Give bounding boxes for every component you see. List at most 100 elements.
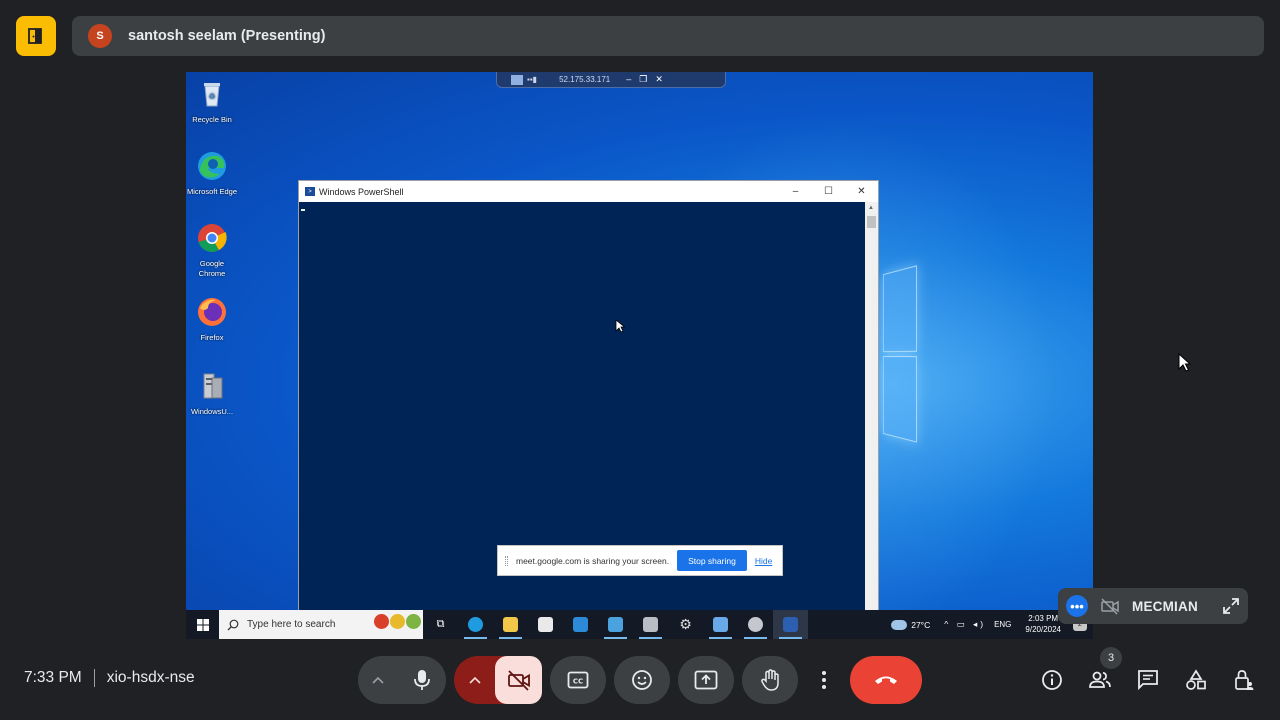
restore-icon[interactable]: ❐ (639, 74, 647, 85)
desktop-icon-firefox[interactable]: Firefox (186, 296, 238, 343)
present-button[interactable] (678, 656, 734, 704)
minimize-icon[interactable]: – (779, 186, 812, 197)
more-vert-icon (822, 671, 826, 689)
powershell-icon (783, 617, 798, 632)
audio-settings-button[interactable] (358, 676, 398, 684)
taskbar-search-box[interactable]: Type here to search (219, 610, 423, 639)
more-options-icon[interactable]: ••• (1066, 595, 1088, 617)
desktop-icon-windowsu[interactable]: WindowsU... (186, 370, 238, 417)
svg-text:♻: ♻ (208, 92, 215, 101)
info-icon (1042, 670, 1062, 690)
close-icon[interactable]: ✕ (655, 74, 663, 85)
shapes-icon (1186, 669, 1206, 690)
camera-button[interactable] (495, 656, 542, 704)
folder-icon (503, 617, 518, 632)
video-settings-button[interactable] (454, 676, 495, 684)
desktop-icon-label: Microsoft Edge (186, 187, 238, 197)
meeting-home-button[interactable] (16, 16, 56, 56)
search-highlight-fruit-icon (374, 614, 421, 629)
microphone-icon (414, 670, 430, 690)
self-view-tile[interactable]: ••• MECMIAN (1058, 588, 1248, 624)
meeting-details-button[interactable] (1038, 666, 1066, 694)
connection-ip: 52.175.33.171 (559, 75, 611, 84)
desktop-icon-recycle-bin[interactable]: ♻ Recycle Bin (186, 78, 238, 125)
people-icon (1089, 671, 1111, 688)
start-button[interactable] (186, 610, 219, 639)
camera-group (454, 656, 542, 704)
rdp-connection-bar[interactable]: ▪▪▮ 52.175.33.171 ‒ ❐ ✕ (496, 72, 726, 88)
microphone-group (358, 656, 446, 704)
taskbar-clock[interactable]: 2:03 PM 9/20/2024 (1025, 614, 1061, 636)
presenter-name: santosh seelam (Presenting) (128, 28, 326, 44)
close-icon[interactable]: ✕ (845, 186, 878, 197)
powershell-title-bar[interactable]: > Windows PowerShell – ☐ ✕ (299, 181, 878, 202)
captions-button[interactable]: CC (550, 656, 606, 704)
powershell-scrollbar[interactable]: ▲ (865, 202, 878, 611)
taskbar-app-1[interactable] (598, 610, 633, 639)
svg-text:CC: CC (573, 678, 583, 686)
presenter-avatar: S (88, 24, 112, 48)
mouse-pointer-icon (1178, 353, 1191, 372)
people-button[interactable] (1086, 666, 1114, 694)
mail-icon (573, 617, 588, 632)
taskbar-settings[interactable]: ⚙ (668, 610, 703, 639)
tray-icons[interactable]: ^ ▭ ◂) (944, 619, 986, 630)
meeting-code: xio-hsdx-nse (106, 669, 195, 686)
taskbar-file-explorer[interactable] (493, 610, 528, 639)
hide-link[interactable]: Hide (755, 556, 772, 566)
windows-logo-wallpaper (882, 265, 917, 445)
emoji-icon (632, 670, 652, 690)
search-icon (227, 619, 239, 630)
meeting-time: 7:33 PM (24, 669, 82, 686)
task-view-button[interactable]: ⧉ (423, 610, 458, 639)
expand-icon[interactable] (1222, 597, 1240, 615)
taskbar-powershell[interactable] (773, 610, 808, 639)
taskbar-store[interactable] (528, 610, 563, 639)
cloud-icon (891, 619, 908, 630)
more-options-button[interactable] (806, 656, 842, 704)
activities-button[interactable] (1182, 666, 1210, 694)
taskbar-app-2[interactable] (633, 610, 668, 639)
scrollbar-thumb[interactable] (867, 216, 876, 228)
minimize-icon[interactable]: ‒ (626, 74, 631, 85)
powershell-title: Windows PowerShell (319, 186, 404, 197)
leave-call-button[interactable] (850, 656, 922, 704)
server-icon (203, 373, 223, 399)
desktop-icon-edge[interactable]: Microsoft Edge (186, 150, 238, 197)
reactions-button[interactable] (614, 656, 670, 704)
disk-icon (748, 617, 763, 632)
raise-hand-button[interactable] (742, 656, 798, 704)
host-controls-button[interactable] (1230, 666, 1258, 694)
taskbar-mail[interactable] (563, 610, 598, 639)
mouse-pointer-icon (615, 319, 625, 333)
language-indicator[interactable]: ENG (994, 620, 1011, 629)
chrome-icon (198, 224, 227, 252)
taskbar-edge[interactable] (458, 610, 493, 639)
microphone-button[interactable] (398, 656, 446, 704)
taskbar-app-3[interactable] (703, 610, 738, 639)
present-screen-icon (694, 670, 718, 690)
lock-person-icon (1235, 670, 1254, 690)
display-icon (608, 617, 623, 632)
server-icon (643, 617, 658, 632)
pin-icon[interactable] (511, 74, 523, 85)
hang-up-icon (875, 676, 897, 684)
weather-temp: 27°C (911, 619, 931, 630)
desktop-icon-label: WindowsU... (190, 407, 234, 417)
task-view-icon: ⧉ (436, 618, 445, 630)
share-message: meet.google.com is sharing your screen. (516, 555, 670, 566)
drag-handle[interactable] (505, 555, 508, 566)
presenter-banner: S santosh seelam (Presenting) (72, 16, 1264, 56)
meeting-info: 7:33 PM xio-hsdx-nse (24, 669, 195, 687)
desktop-icon-chrome[interactable]: Google Chrome (186, 222, 238, 278)
chevron-up-icon (469, 676, 481, 684)
network-icon (713, 617, 728, 632)
weather-widget[interactable]: 27°C (891, 619, 931, 630)
chat-button[interactable] (1134, 666, 1162, 694)
participant-count-badge: 3 (1100, 647, 1122, 669)
maximize-icon[interactable]: ☐ (812, 186, 845, 197)
chat-icon (1138, 670, 1158, 691)
stop-sharing-button[interactable]: Stop sharing (677, 550, 747, 571)
gear-icon: ⚙ (679, 616, 692, 632)
taskbar-app-4[interactable] (738, 610, 773, 639)
